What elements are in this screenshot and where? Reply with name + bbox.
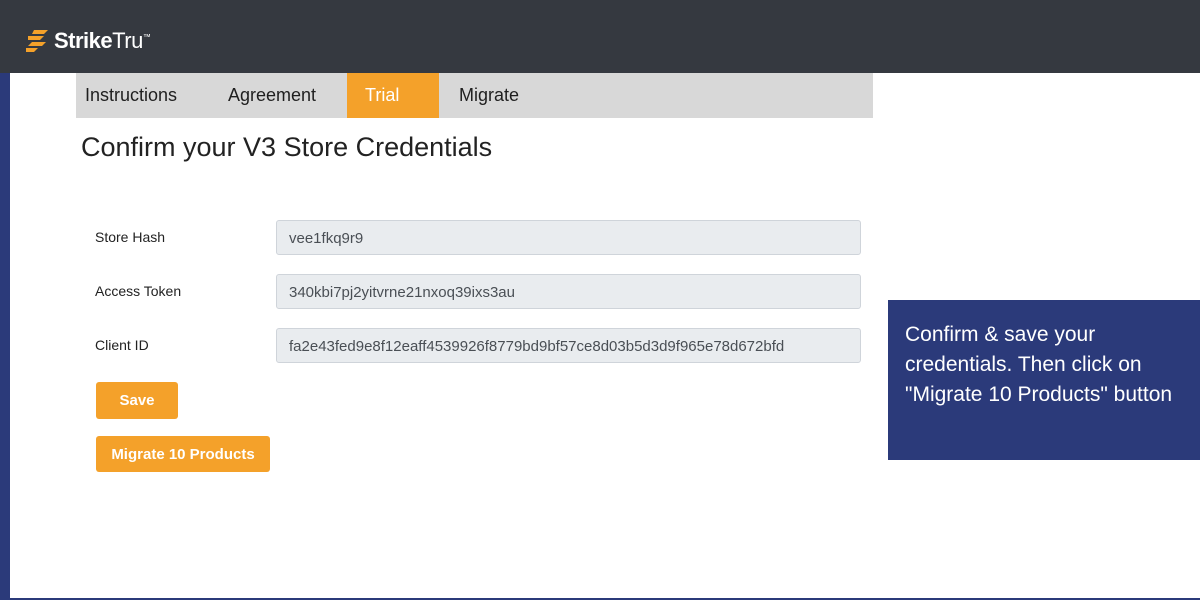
strike-logo-icon: [26, 30, 48, 52]
access-token-field[interactable]: 340kbi7pj2yitvrne21nxoq39ixs3au: [276, 274, 861, 309]
store-hash-label: Store Hash: [95, 229, 166, 245]
page-title: Confirm your V3 Store Credentials: [81, 132, 493, 162]
brand-name: StrikeTru™: [54, 28, 151, 53]
migrate-products-button[interactable]: Migrate 10 Products: [96, 436, 270, 472]
client-id-field[interactable]: fa2e43fed9e8f12eaff4539926f8779bd9bf57ce…: [276, 328, 861, 363]
strike-tru-logo[interactable]: StrikeTru™: [22, 26, 151, 56]
client-id-label: Client ID: [95, 337, 149, 353]
access-token-row: Access Token 340kbi7pj2yitvrne21nxoq39ix…: [95, 274, 862, 311]
save-button[interactable]: Save: [96, 382, 178, 419]
left-border-stripe: [0, 0, 10, 600]
top-header-bar: StrikeTru™: [0, 0, 1200, 73]
tab-trial[interactable]: Trial: [347, 73, 439, 118]
access-token-label: Access Token: [95, 283, 182, 299]
instruction-callout: Confirm & save your credentials. Then cl…: [888, 300, 1200, 460]
store-hash-row: Store Hash vee1fkq9r9: [95, 220, 862, 257]
client-id-row: Client ID fa2e43fed9e8f12eaff4539926f877…: [95, 328, 862, 365]
tab-agreement[interactable]: Agreement: [212, 73, 347, 118]
tab-instructions[interactable]: Instructions: [76, 73, 212, 118]
tab-migrate[interactable]: Migrate: [439, 73, 538, 118]
store-hash-field[interactable]: vee1fkq9r9: [276, 220, 861, 255]
tab-bar: Instructions Agreement Trial Migrate: [76, 73, 873, 118]
